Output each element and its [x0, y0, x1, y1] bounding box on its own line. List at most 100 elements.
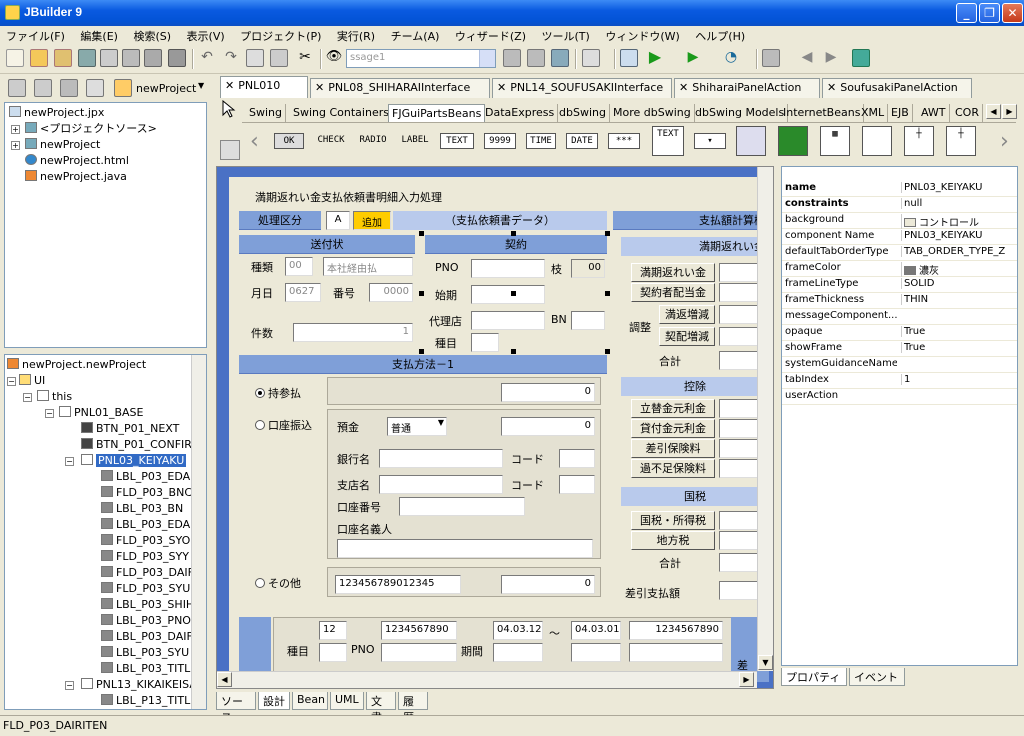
chevron-down-icon[interactable] [479, 50, 495, 67]
palette-tab-dbswing[interactable]: dbSwing [556, 104, 610, 122]
tree-node[interactable]: LBL_P03_EDA [101, 469, 190, 485]
tab-pnl010[interactable]: ✕ PNL010 [220, 76, 308, 98]
palette-date[interactable]: DATE [566, 133, 598, 149]
print-icon[interactable] [168, 49, 186, 67]
tree-node[interactable]: newProject.html [25, 153, 129, 169]
bottom-val2-field[interactable]: 1234567890 [629, 621, 723, 640]
search-prev-icon[interactable] [527, 49, 545, 67]
tab-events[interactable]: イベント [849, 668, 905, 686]
help-book-icon[interactable] [852, 49, 870, 67]
menu-team[interactable]: チーム(A) [385, 26, 446, 44]
prop-row[interactable]: name PNL03_KEIYAKU [782, 181, 1017, 197]
koza-no-field[interactable] [399, 497, 525, 516]
ginko-code-field[interactable] [559, 449, 595, 468]
tree-node[interactable]: FLD_P03_DAIF [101, 565, 194, 581]
tree-node[interactable]: newProject.java [25, 169, 127, 185]
shotoku-button[interactable]: 国税・所得税 [631, 511, 715, 530]
shurui-code-field[interactable]: 00 [285, 257, 313, 276]
haito-button[interactable]: 契約者配当金 [631, 283, 715, 302]
kensu-field[interactable]: 1 [293, 323, 413, 342]
tab-pnl08[interactable]: ✕ PNL08_SHIHARAIInterface [310, 78, 490, 98]
chiho-button[interactable]: 地方税 [631, 531, 715, 550]
menu-search[interactable]: 検索(S) [127, 26, 177, 44]
forward-icon[interactable]: ▶ [822, 49, 840, 67]
palette-tab-more-dbswing[interactable]: More dbSwing [610, 104, 695, 122]
menu-help[interactable]: ヘルプ(H) [689, 26, 751, 44]
tree-node[interactable]: BTN_P01_CONFIRM [81, 437, 201, 453]
scroll-left-icon[interactable]: ◀ [217, 672, 232, 687]
palette-table[interactable]: ▦ [820, 126, 850, 156]
kikan-from2-field[interactable] [493, 643, 543, 662]
project-run-icon[interactable] [582, 49, 600, 67]
save-icon[interactable] [100, 49, 118, 67]
palette-tab-swing[interactable]: Swing [246, 104, 286, 122]
search-combo[interactable]: ssage1 [346, 49, 496, 68]
yokin-select[interactable]: 普通 ▼ [387, 417, 447, 436]
close-tab-icon[interactable]: ✕ [315, 81, 324, 94]
prop-row[interactable]: userAction [782, 389, 1017, 405]
palette-tab-internetbeans[interactable]: InternetBeans [780, 104, 865, 122]
reopen-icon[interactable] [54, 49, 72, 67]
haito2-button[interactable]: 契配増減 [659, 327, 715, 346]
undo-icon[interactable]: ↶ [198, 49, 216, 67]
close-tab-icon[interactable]: ✕ [679, 81, 688, 94]
koza-amount-field[interactable]: 0 [501, 417, 595, 436]
palette-combobox[interactable]: ▾ [694, 133, 726, 149]
make-icon[interactable] [620, 49, 638, 67]
palette-tab-fjgui[interactable]: FJGuiPartsBeans [388, 104, 486, 122]
palette-tab-xml[interactable]: XML [858, 104, 889, 122]
bango-field[interactable]: 0000 [369, 283, 413, 302]
palette-grid[interactable]: ┼ [946, 126, 976, 156]
kikan-to2-field[interactable] [571, 643, 621, 662]
bottom-pno-field[interactable]: 1234567890 [381, 621, 457, 640]
jisan-field[interactable]: 0 [501, 383, 595, 402]
tree-node[interactable]: LBL_P03_DAIF [101, 629, 193, 645]
palette-ok[interactable]: OK [274, 133, 304, 149]
scroll-right-icon[interactable]: ▶ [1002, 104, 1017, 119]
tree-node[interactable]: LBL_P13_TITL [101, 693, 190, 709]
bean-chooser-icon[interactable] [220, 140, 240, 160]
shumoku-field[interactable] [471, 333, 499, 352]
koza-meigi-field[interactable] [337, 539, 593, 558]
tree-node[interactable]: <プロジェクトソース> [25, 121, 157, 137]
prop-row[interactable]: opaque True [782, 325, 1017, 341]
run-icon[interactable]: ▶ [646, 49, 664, 67]
prop-row[interactable]: constraints null [782, 197, 1017, 213]
palette-textarea[interactable]: TEXT [652, 126, 684, 156]
palette-splitpane[interactable]: ┼ [904, 126, 934, 156]
close-tab-icon[interactable]: ✕ [497, 81, 506, 94]
kubun-value-field[interactable]: 追加 [353, 211, 391, 230]
palette-tab-swing-containers[interactable]: Swing Containers [290, 104, 393, 122]
palette-time[interactable]: TIME [526, 133, 556, 149]
prop-row[interactable]: tabIndex 1 [782, 373, 1017, 389]
back-icon[interactable]: ◀ [798, 49, 816, 67]
tree-node[interactable]: LBL_P03_BN [101, 501, 183, 517]
getsubi-field[interactable]: 0627 [285, 283, 321, 302]
copy-icon[interactable] [246, 49, 264, 67]
palette-number[interactable]: 9999 [484, 133, 516, 149]
close-tab-icon[interactable]: ✕ [225, 79, 234, 92]
tab-uml[interactable]: UML [330, 692, 364, 710]
tree-node[interactable]: PNL01_BASE [59, 405, 144, 421]
bn-field[interactable] [571, 311, 605, 330]
palette-image[interactable] [778, 126, 808, 156]
scroll-left-icon[interactable]: ◀ [986, 104, 1001, 119]
paste-icon[interactable] [270, 49, 288, 67]
tab-history[interactable]: 履歴 [398, 692, 428, 724]
eda-field[interactable]: 00 [571, 259, 605, 278]
menu-edit[interactable]: 編集(E) [74, 26, 124, 44]
scroll-right-icon[interactable]: ▶ [739, 672, 754, 687]
tab-bean[interactable]: Bean [292, 692, 328, 710]
tree-node[interactable]: FLD_P03_SYU [101, 581, 190, 597]
kashitsuke-button[interactable]: 貸付金元利金 [631, 419, 715, 438]
sonota-radio[interactable]: その他 [255, 575, 301, 591]
tree-node[interactable]: LBL_P03_TITL [101, 661, 190, 677]
dairiten-field[interactable] [471, 311, 545, 330]
tree-node-selected[interactable]: PNL03_KEIYAKU [81, 453, 187, 469]
shiten-code-field[interactable] [559, 475, 595, 494]
jisan-radio[interactable]: 持参払 [255, 385, 301, 401]
tree-node[interactable]: UI [19, 373, 45, 389]
project-combo[interactable]: newProject [136, 82, 196, 95]
menu-run[interactable]: 実行(R) [331, 26, 381, 44]
find-icon[interactable]: 👁 [325, 49, 343, 67]
